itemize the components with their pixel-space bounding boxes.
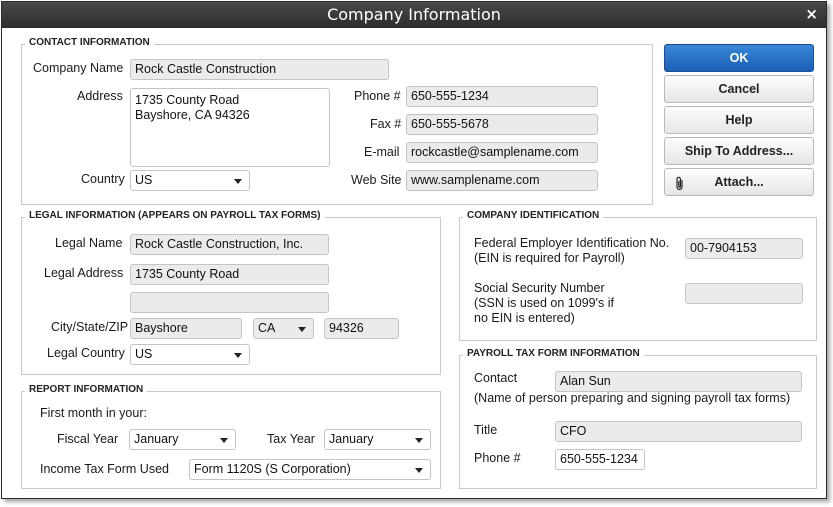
report-section-title: REPORT INFORMATION — [25, 384, 148, 395]
tax-year-value: January — [329, 432, 374, 446]
state-value: CA — [258, 321, 276, 335]
legal-address-label: Legal Address — [44, 266, 124, 280]
website-field[interactable]: www.samplename.com — [406, 170, 598, 191]
legal-country-select[interactable]: US — [130, 344, 250, 365]
income-tax-form-select[interactable]: Form 1120S (S Corporation) — [189, 459, 431, 480]
chevron-down-icon — [298, 327, 306, 332]
paperclip-icon — [675, 174, 685, 200]
address-field[interactable]: 1735 County Road Bayshore, CA 94326 — [130, 88, 330, 167]
company-information-dialog: Company Information × CONTACT INFORMATIO… — [1, 1, 827, 499]
chevron-down-icon — [234, 179, 242, 184]
ok-button[interactable]: OK — [664, 44, 814, 72]
chevron-down-icon — [415, 468, 423, 473]
ein-field[interactable]: 00-7904153 — [685, 238, 803, 259]
legal-address-field[interactable]: 1735 County Road — [130, 264, 329, 285]
ein-label-line1: Federal Employer Identification No. — [474, 236, 670, 250]
attach-label: Attach... — [714, 175, 764, 189]
zip-field[interactable]: 94326 — [324, 318, 399, 339]
fiscal-year-label: Fiscal Year — [57, 432, 119, 446]
payroll-phone-field[interactable]: 650-555-1234 — [555, 449, 645, 470]
title-field[interactable]: CFO — [555, 421, 802, 442]
first-month-label: First month in your: — [40, 406, 147, 420]
cancel-button[interactable]: Cancel — [664, 75, 814, 103]
phone-label: Phone # — [354, 89, 401, 103]
chevron-down-icon — [220, 438, 228, 443]
address-line2: Bayshore, CA 94326 — [135, 108, 250, 122]
tax-year-label: Tax Year — [267, 432, 315, 446]
tax-year-select[interactable]: January — [324, 429, 431, 450]
legal-country-value: US — [135, 347, 153, 361]
company-id-section-title: COMPANY IDENTIFICATION — [463, 210, 604, 221]
address-line1: 1735 County Road — [135, 93, 240, 107]
contact-field[interactable]: Alan Sun — [555, 371, 802, 392]
fiscal-year-value: January — [134, 432, 179, 446]
income-tax-form-label: Income Tax Form Used — [40, 462, 169, 476]
chevron-down-icon — [415, 438, 423, 443]
state-select[interactable]: CA — [253, 318, 314, 339]
phone-field[interactable]: 650-555-1234 — [406, 86, 598, 107]
window-title: Company Information — [327, 5, 501, 24]
title-label: Title — [474, 423, 498, 437]
contact-section-title: CONTACT INFORMATION — [25, 37, 154, 48]
legal-name-field[interactable]: Rock Castle Construction, Inc. — [130, 234, 329, 255]
title-bar: Company Information × — [2, 2, 826, 28]
country-value: US — [135, 173, 153, 187]
legal-section-title: LEGAL INFORMATION (APPEARS ON PAYROLL TA… — [25, 210, 325, 221]
ein-label-line2: (EIN is required for Payroll) — [474, 251, 625, 265]
ship-to-address-button[interactable]: Ship To Address... — [664, 137, 814, 165]
company-name-label: Company Name — [33, 61, 124, 75]
close-icon[interactable]: × — [805, 2, 818, 28]
country-label: Country — [81, 172, 125, 186]
contact-note: (Name of person preparing and signing pa… — [474, 391, 791, 405]
city-field[interactable]: Bayshore — [130, 318, 242, 339]
fax-field[interactable]: 650-555-5678 — [406, 114, 598, 135]
website-label: Web Site — [351, 173, 402, 187]
fax-label: Fax # — [370, 117, 402, 131]
ssn-label-line3: no EIN is entered) — [474, 311, 575, 325]
payroll-phone-label: Phone # — [474, 451, 521, 465]
ssn-label-line1: Social Security Number — [474, 281, 605, 295]
email-field[interactable]: rockcastle@samplename.com — [406, 142, 598, 163]
payroll-section-title: PAYROLL TAX FORM INFORMATION — [463, 348, 644, 359]
country-select[interactable]: US — [130, 170, 250, 191]
company-name-field[interactable]: Rock Castle Construction — [130, 59, 389, 80]
attach-button[interactable]: Attach... — [664, 168, 814, 196]
address-label: Address — [77, 89, 123, 103]
ssn-field[interactable] — [685, 283, 803, 304]
help-button[interactable]: Help — [664, 106, 814, 134]
legal-address2-field[interactable] — [130, 292, 329, 313]
email-label: E-mail — [364, 145, 400, 159]
contact-label: Contact — [474, 371, 518, 385]
fiscal-year-select[interactable]: January — [129, 429, 236, 450]
income-tax-form-value: Form 1120S (S Corporation) — [194, 462, 351, 476]
ssn-label-line2: (SSN is used on 1099's if — [474, 296, 614, 310]
legal-country-label: Legal Country — [47, 346, 125, 360]
chevron-down-icon — [234, 353, 242, 358]
city-state-zip-label: City/State/ZIP — [51, 320, 129, 334]
legal-name-label: Legal Name — [55, 236, 123, 250]
